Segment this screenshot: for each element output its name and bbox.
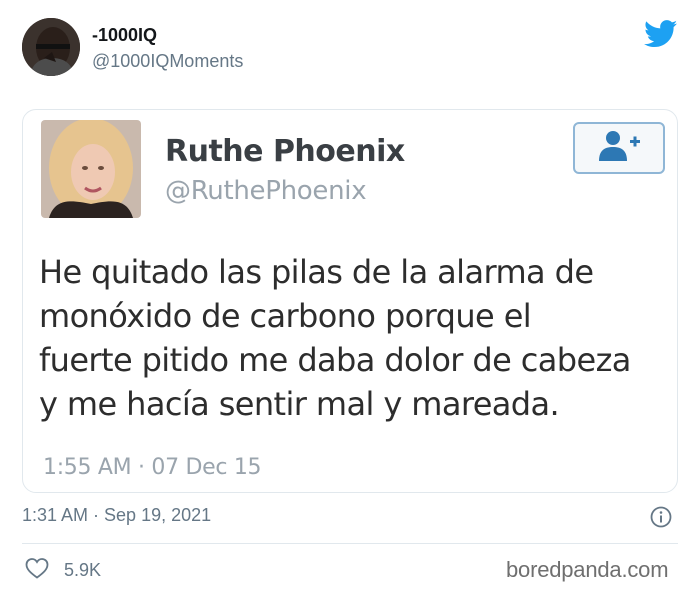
author-avatar[interactable] <box>22 18 80 76</box>
embedded-tweet-text: He quitado las pilas de la alarma de mon… <box>39 253 631 423</box>
info-icon[interactable] <box>649 505 673 529</box>
embedded-author-handle: @RuthePhoenix <box>165 176 367 206</box>
embedded-author-avatar <box>41 120 141 218</box>
embedded-author-name: Ruthe Phoenix <box>165 134 405 169</box>
embedded-tweet-timestamp: 1:55 AM · 07 Dec 15 <box>43 455 262 480</box>
embedded-tweet-card[interactable]: Ruthe Phoenix @RuthePhoenix He quitado l… <box>22 109 678 493</box>
add-user-icon <box>595 129 643 168</box>
twitter-bird-icon[interactable] <box>644 20 678 48</box>
divider <box>22 543 678 544</box>
watermark: boredpanda.com <box>506 557 669 582</box>
like-button[interactable]: 5.9K <box>24 556 101 585</box>
post-timestamp[interactable]: 1:31 AM · Sep 19, 2021 <box>22 505 211 526</box>
like-count: 5.9K <box>64 560 102 580</box>
heart-icon <box>24 556 50 585</box>
follow-button[interactable] <box>573 122 665 174</box>
author-handle[interactable]: @1000IQMoments <box>92 51 243 72</box>
author-name[interactable]: -1000IQ <box>92 25 157 46</box>
